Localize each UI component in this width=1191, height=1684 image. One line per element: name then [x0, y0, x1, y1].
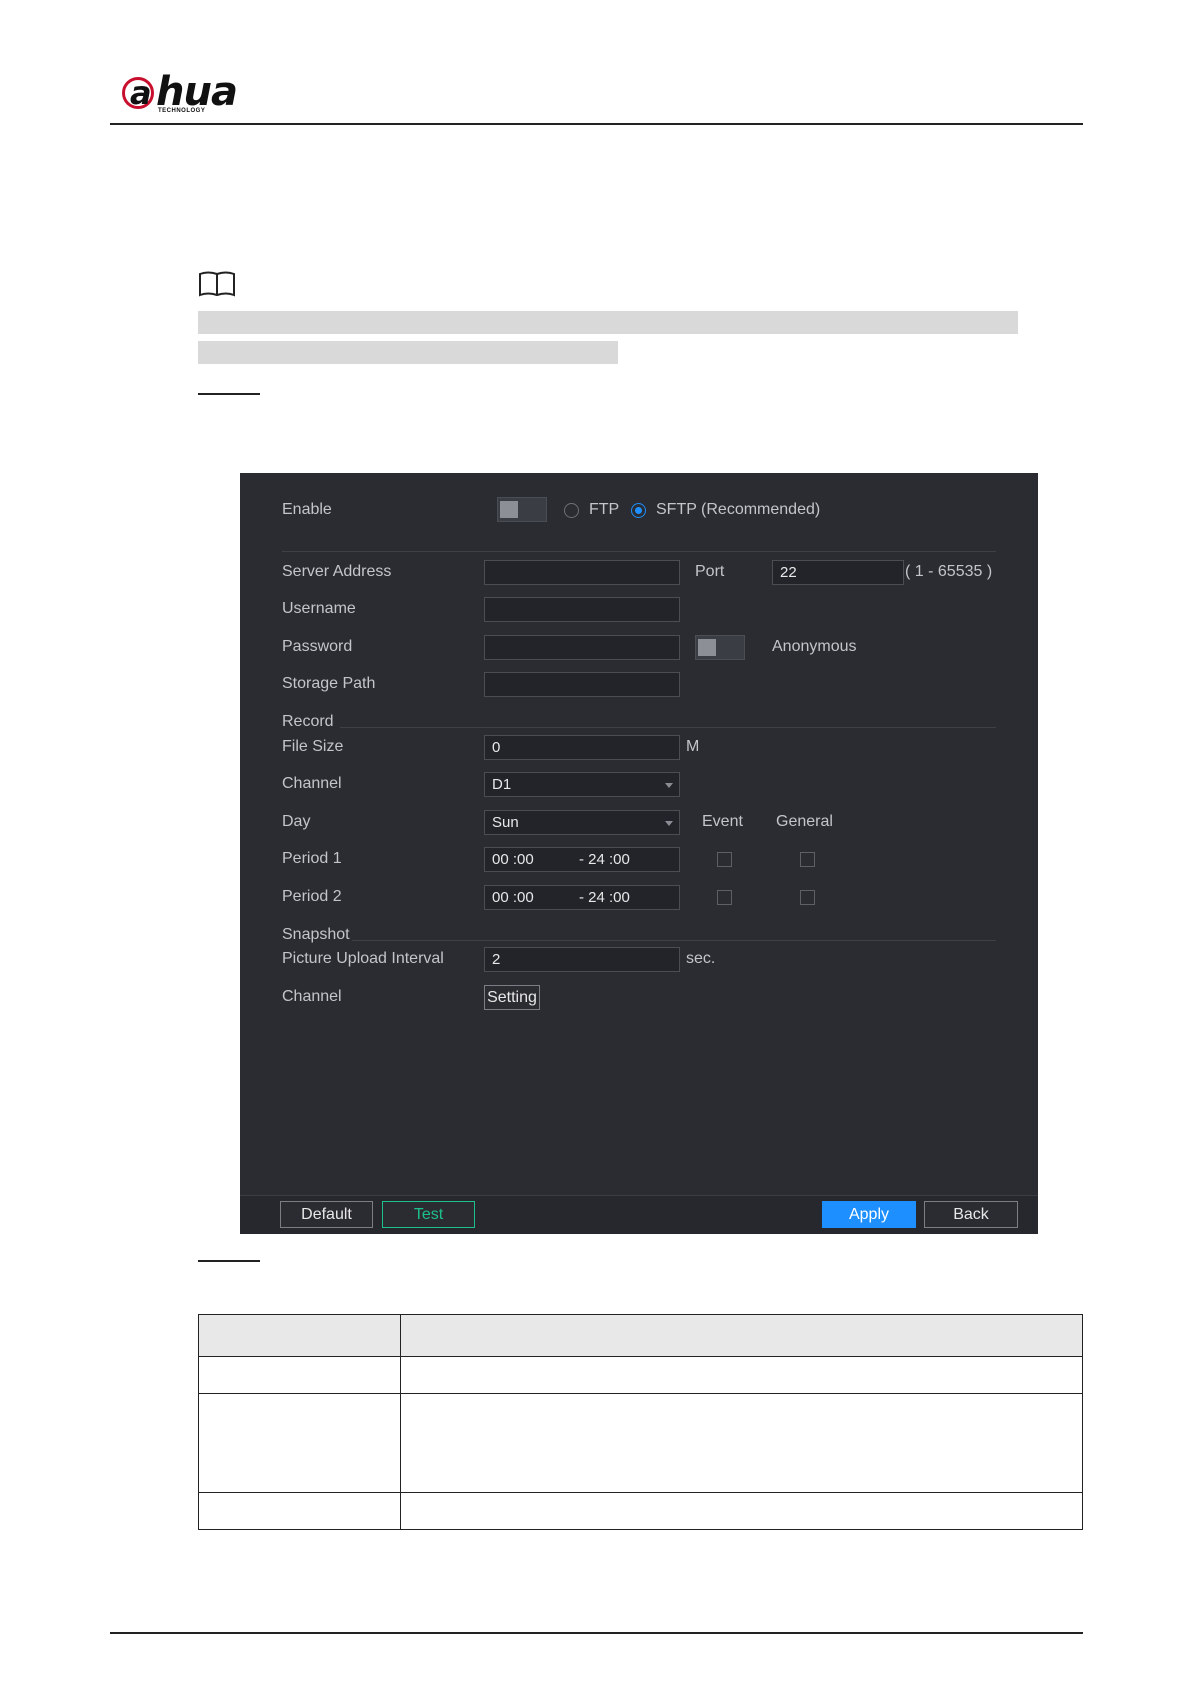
day-select[interactable]: Sun: [484, 810, 680, 835]
record-section-title: Record: [282, 713, 334, 730]
table-row: [198, 1492, 1083, 1530]
table-header-cell: [198, 1314, 401, 1357]
general-column-header: General: [776, 813, 833, 830]
password-input[interactable]: [484, 635, 680, 660]
record-channel-select[interactable]: D1: [484, 772, 680, 797]
record-channel-label: Channel: [282, 775, 342, 792]
table-header-cell: [400, 1314, 1083, 1357]
event-column-header: Event: [702, 813, 743, 830]
upload-interval-label: Picture Upload Interval: [282, 950, 444, 967]
sftp-label: SFTP (Recommended): [656, 501, 821, 518]
password-label: Password: [282, 638, 353, 655]
apply-button[interactable]: Apply: [822, 1201, 916, 1228]
upload-interval-input[interactable]: 2: [484, 947, 680, 972]
storage-path-label: Storage Path: [282, 675, 376, 692]
file-size-label: File Size: [282, 738, 344, 755]
anonymous-toggle[interactable]: [695, 635, 745, 660]
period-1-label: Period 1: [282, 850, 342, 867]
ftp-label: FTP: [589, 501, 620, 518]
period-2-time-range[interactable]: 00 :00 - 24 :00: [484, 885, 680, 910]
ftp-settings-panel: Enable FTP SFTP (Recommended) Server Add…: [240, 473, 1038, 1234]
record-channel-value: D1: [492, 776, 512, 793]
redacted-note-line-1: [198, 311, 1018, 334]
period-1-start: 00 :00: [492, 851, 534, 868]
panel-footer: Default Test Apply Back: [240, 1195, 1038, 1234]
upload-interval-unit: sec.: [686, 950, 716, 967]
period-1-end: - 24 :00: [579, 851, 630, 868]
storage-path-input[interactable]: [484, 672, 680, 697]
footer-rule: [110, 1632, 1083, 1634]
anonymous-label: Anonymous: [772, 638, 857, 655]
table-cell: [400, 1492, 1083, 1530]
test-button[interactable]: Test: [382, 1201, 475, 1228]
server-address-input[interactable]: [484, 560, 680, 585]
period-1-general-checkbox[interactable]: [800, 852, 815, 867]
table-cell: [198, 1492, 401, 1530]
setting-button[interactable]: Setting: [484, 985, 540, 1010]
enable-label: Enable: [282, 501, 332, 518]
period-2-start: 00 :00: [492, 889, 534, 906]
period-1-event-checkbox[interactable]: [717, 852, 732, 867]
step-marker-1: [198, 393, 260, 395]
day-label: Day: [282, 813, 311, 830]
header-rule: [110, 123, 1083, 125]
table-cell: [400, 1393, 1083, 1493]
port-label: Port: [695, 563, 725, 580]
file-size-input[interactable]: 0: [484, 735, 680, 760]
table-cell: [198, 1356, 401, 1394]
back-button[interactable]: Back: [924, 1201, 1018, 1228]
separator: [282, 551, 996, 552]
note-book-icon: [199, 271, 235, 297]
step-marker-2: [198, 1260, 260, 1262]
port-range-hint: ( 1 - 65535 ): [905, 563, 993, 580]
ftp-radio[interactable]: [564, 503, 579, 518]
period-2-label: Period 2: [282, 888, 342, 905]
port-input[interactable]: 22: [772, 560, 904, 585]
table-row: [198, 1393, 1083, 1493]
separator: [340, 727, 996, 728]
table-cell: [198, 1393, 401, 1493]
sftp-radio[interactable]: [631, 503, 646, 518]
parameter-table: [198, 1314, 1083, 1530]
file-size-unit: M: [686, 738, 700, 755]
period-1-time-range[interactable]: 00 :00 - 24 :00: [484, 847, 680, 872]
redacted-note-line-2: [198, 341, 618, 364]
chevron-down-icon: [665, 821, 673, 826]
snapshot-channel-label: Channel: [282, 988, 342, 1005]
default-button[interactable]: Default: [280, 1201, 373, 1228]
table-cell: [400, 1356, 1083, 1394]
snapshot-section-title: Snapshot: [282, 926, 350, 943]
logo-tagline: TECHNOLOGY: [158, 108, 206, 114]
period-2-general-checkbox[interactable]: [800, 890, 815, 905]
table-header-row: [198, 1314, 1083, 1357]
username-label: Username: [282, 600, 356, 617]
table-row: [198, 1356, 1083, 1394]
enable-toggle[interactable]: [497, 497, 547, 522]
separator: [352, 940, 996, 941]
chevron-down-icon: [665, 783, 673, 788]
username-input[interactable]: [484, 597, 680, 622]
period-2-event-checkbox[interactable]: [717, 890, 732, 905]
period-2-end: - 24 :00: [579, 889, 630, 906]
server-address-label: Server Address: [282, 563, 392, 580]
dahua-logo: hua TECHNOLOGY: [122, 70, 262, 118]
day-value: Sun: [492, 814, 519, 831]
